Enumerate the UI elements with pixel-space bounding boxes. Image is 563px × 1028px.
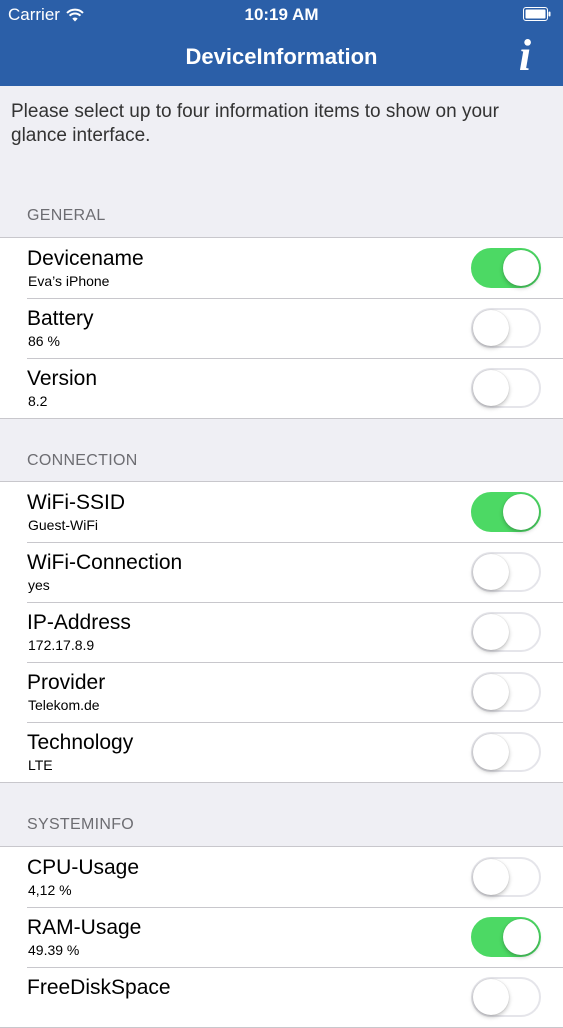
- item-title: FreeDiskSpace: [27, 976, 171, 999]
- item-value: 4,12 %: [28, 882, 72, 898]
- toggle-knob: [473, 614, 509, 650]
- list-item-version: Version 8.2: [0, 358, 563, 418]
- ram-usage-toggle[interactable]: [471, 917, 541, 957]
- section-systeminfo: CPU-Usage 4,12 % RAM-Usage 49.39 % FreeD…: [0, 846, 563, 1028]
- status-bar: Carrier 10:19 AM: [0, 0, 563, 30]
- toggle-knob: [473, 554, 509, 590]
- item-value: 172.17.8.9: [28, 637, 95, 653]
- item-value: LTE: [28, 757, 53, 773]
- page-title: DeviceInformation: [185, 44, 378, 69]
- item-value: 49.39 %: [28, 942, 80, 958]
- toggle-knob: [503, 919, 539, 955]
- item-title: Provider: [27, 671, 106, 694]
- technology-toggle[interactable]: [471, 732, 541, 772]
- item-title: Devicename: [27, 247, 144, 270]
- toggle-knob: [473, 674, 509, 710]
- toggle-knob: [503, 494, 539, 530]
- toggle-knob: [503, 250, 539, 286]
- list-item-cpu-usage: CPU-Usage 4,12 %: [0, 847, 563, 907]
- item-title: IP-Address: [27, 611, 131, 634]
- section-general: Devicename Eva’s iPhone Battery 86 % Ver…: [0, 237, 563, 419]
- toggle-knob: [473, 979, 509, 1015]
- list-item-wifi-ssid: WiFi-SSID Guest-WiFi: [0, 482, 563, 542]
- section-connection: WiFi-SSID Guest-WiFi WiFi-Connection yes…: [0, 481, 563, 783]
- devicename-toggle[interactable]: [471, 248, 541, 288]
- item-value: Guest-WiFi: [28, 517, 98, 533]
- list-item-devicename: Devicename Eva’s iPhone: [0, 238, 563, 298]
- list-item-wifi-connection: WiFi-Connection yes: [0, 542, 563, 602]
- item-title: WiFi-SSID: [27, 491, 125, 514]
- instruction-text: Please select up to four information ite…: [11, 101, 499, 146]
- item-value: Telekom.de: [28, 697, 100, 713]
- provider-toggle[interactable]: [471, 672, 541, 712]
- freediskspace-toggle[interactable]: [471, 977, 541, 1017]
- item-title: CPU-Usage: [27, 856, 140, 879]
- list-item-ip-address: IP-Address 172.17.8.9: [0, 602, 563, 662]
- toggle-knob: [473, 370, 509, 406]
- item-value: yes: [28, 577, 50, 593]
- wifi-ssid-toggle[interactable]: [471, 492, 541, 532]
- item-value: 86 %: [28, 333, 60, 349]
- navigation-bar: Carrier 10:19 AM DeviceInformation i: [0, 0, 563, 86]
- item-value: Eva’s iPhone: [28, 273, 110, 289]
- list-item-battery: Battery 86 %: [0, 298, 563, 358]
- item-title: WiFi-Connection: [27, 551, 183, 574]
- toggle-knob: [473, 310, 509, 346]
- section-header-systeminfo: SYSTEMINFO: [27, 816, 135, 833]
- section-header-connection: CONNECTION: [27, 452, 138, 469]
- cpu-usage-toggle[interactable]: [471, 857, 541, 897]
- item-title: Battery: [27, 307, 94, 330]
- toggle-knob: [473, 734, 509, 770]
- info-button[interactable]: i: [509, 34, 541, 78]
- list-item-provider: Provider Telekom.de: [0, 662, 563, 722]
- section-header-general: GENERAL: [27, 207, 106, 224]
- battery-icon: [523, 7, 551, 21]
- item-value: 8.2: [28, 393, 48, 409]
- item-title: Technology: [27, 731, 134, 754]
- list-item-freediskspace: FreeDiskSpace: [0, 967, 563, 1027]
- toggle-knob: [473, 859, 509, 895]
- version-toggle[interactable]: [471, 368, 541, 408]
- wifi-connection-toggle[interactable]: [471, 552, 541, 592]
- status-time: 10:19 AM: [244, 5, 319, 24]
- list-item-ram-usage: RAM-Usage 49.39 %: [0, 907, 563, 967]
- item-title: Version: [27, 367, 98, 390]
- battery-toggle[interactable]: [471, 308, 541, 348]
- item-title: RAM-Usage: [27, 916, 142, 939]
- list-item-technology: Technology LTE: [0, 722, 563, 782]
- ip-address-toggle[interactable]: [471, 612, 541, 652]
